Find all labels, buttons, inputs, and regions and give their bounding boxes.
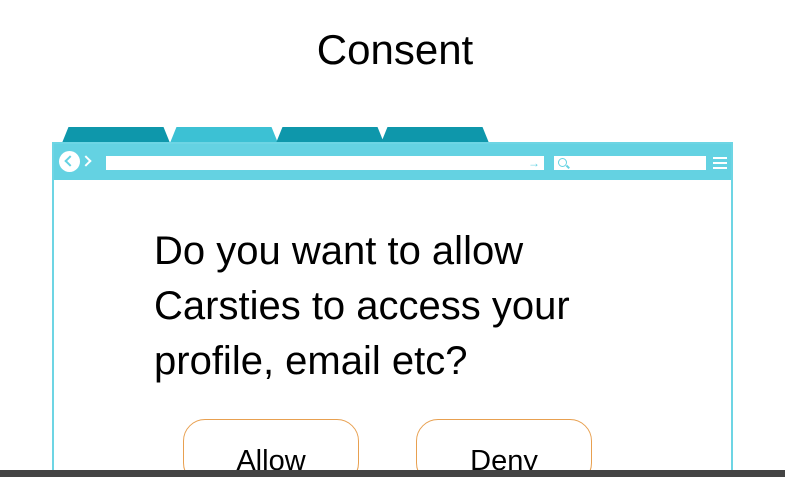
browser-tab-2[interactable]	[170, 127, 278, 143]
browser-window: → Do you want to allow Carsties to acces…	[52, 142, 733, 477]
consent-question: Do you want to allow Carsties to access …	[154, 229, 570, 383]
search-input[interactable]	[554, 156, 706, 170]
deny-button[interactable]: Deny	[416, 419, 592, 477]
browser-tab-3[interactable]	[276, 127, 384, 143]
back-arrow-icon[interactable]	[59, 151, 80, 172]
browser-tab-1[interactable]	[62, 127, 170, 143]
bottom-bar	[0, 470, 785, 477]
consent-page: Consent → Do you want to allow Carsties …	[0, 0, 785, 477]
forward-arrow-icon[interactable]	[81, 155, 93, 168]
search-icon	[558, 158, 567, 167]
allow-button[interactable]: Allow	[183, 419, 359, 477]
page-title: Consent	[316, 26, 474, 73]
browser-toolbar: →	[54, 144, 731, 180]
arrow-right-icon[interactable]: →	[528, 155, 540, 171]
browser-tab-4[interactable]	[381, 127, 489, 143]
navigation-buttons	[59, 151, 95, 173]
hamburger-menu-icon[interactable]	[713, 157, 727, 169]
address-bar[interactable]: →	[106, 156, 544, 170]
